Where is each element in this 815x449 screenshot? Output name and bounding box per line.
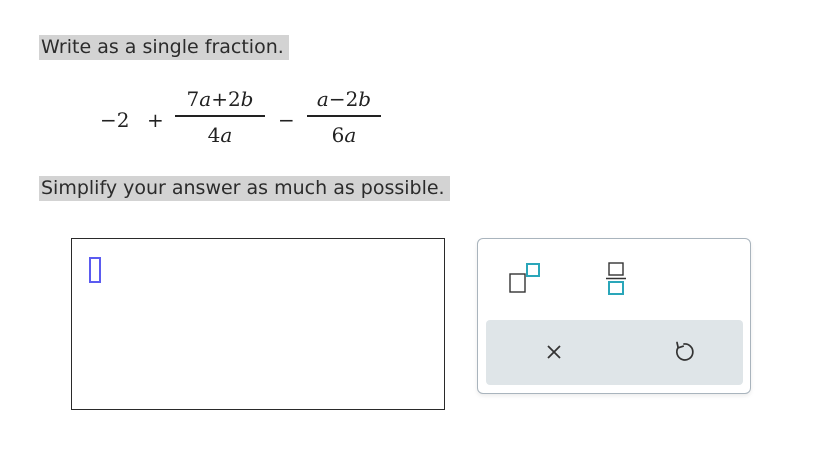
undo-icon (676, 341, 694, 361)
math-palette (477, 238, 751, 394)
question-hint: Simplify your answer as much as possible… (39, 176, 450, 201)
fraction-1-numerator: 7a+2b (186, 87, 254, 111)
exponent-icon (509, 263, 540, 293)
exponent-button[interactable] (506, 259, 546, 299)
fraction-2-bar (307, 115, 381, 117)
palette-action-row (486, 320, 743, 385)
clear-icon (547, 345, 561, 359)
fraction-1: 7a+2b 4a (175, 86, 265, 148)
input-cursor-placeholder (89, 257, 101, 283)
fraction-2-numerator: a−2b (316, 87, 372, 111)
clear-button[interactable] (534, 332, 574, 372)
fraction-icon (606, 262, 626, 295)
fraction-button[interactable] (596, 259, 636, 299)
undo-button[interactable] (664, 332, 704, 372)
fraction-2-denominator: 6a (331, 122, 357, 147)
fraction-1-bar (175, 115, 265, 117)
minus-operator: − (278, 108, 295, 132)
answer-input[interactable] (71, 238, 445, 410)
question-instruction: Write as a single fraction. (39, 35, 289, 60)
fraction-2: a−2b 6a (307, 86, 381, 148)
plus-operator: + (147, 108, 164, 132)
lead-term: −2 (100, 108, 130, 132)
fraction-1-denominator: 4a (207, 122, 233, 147)
